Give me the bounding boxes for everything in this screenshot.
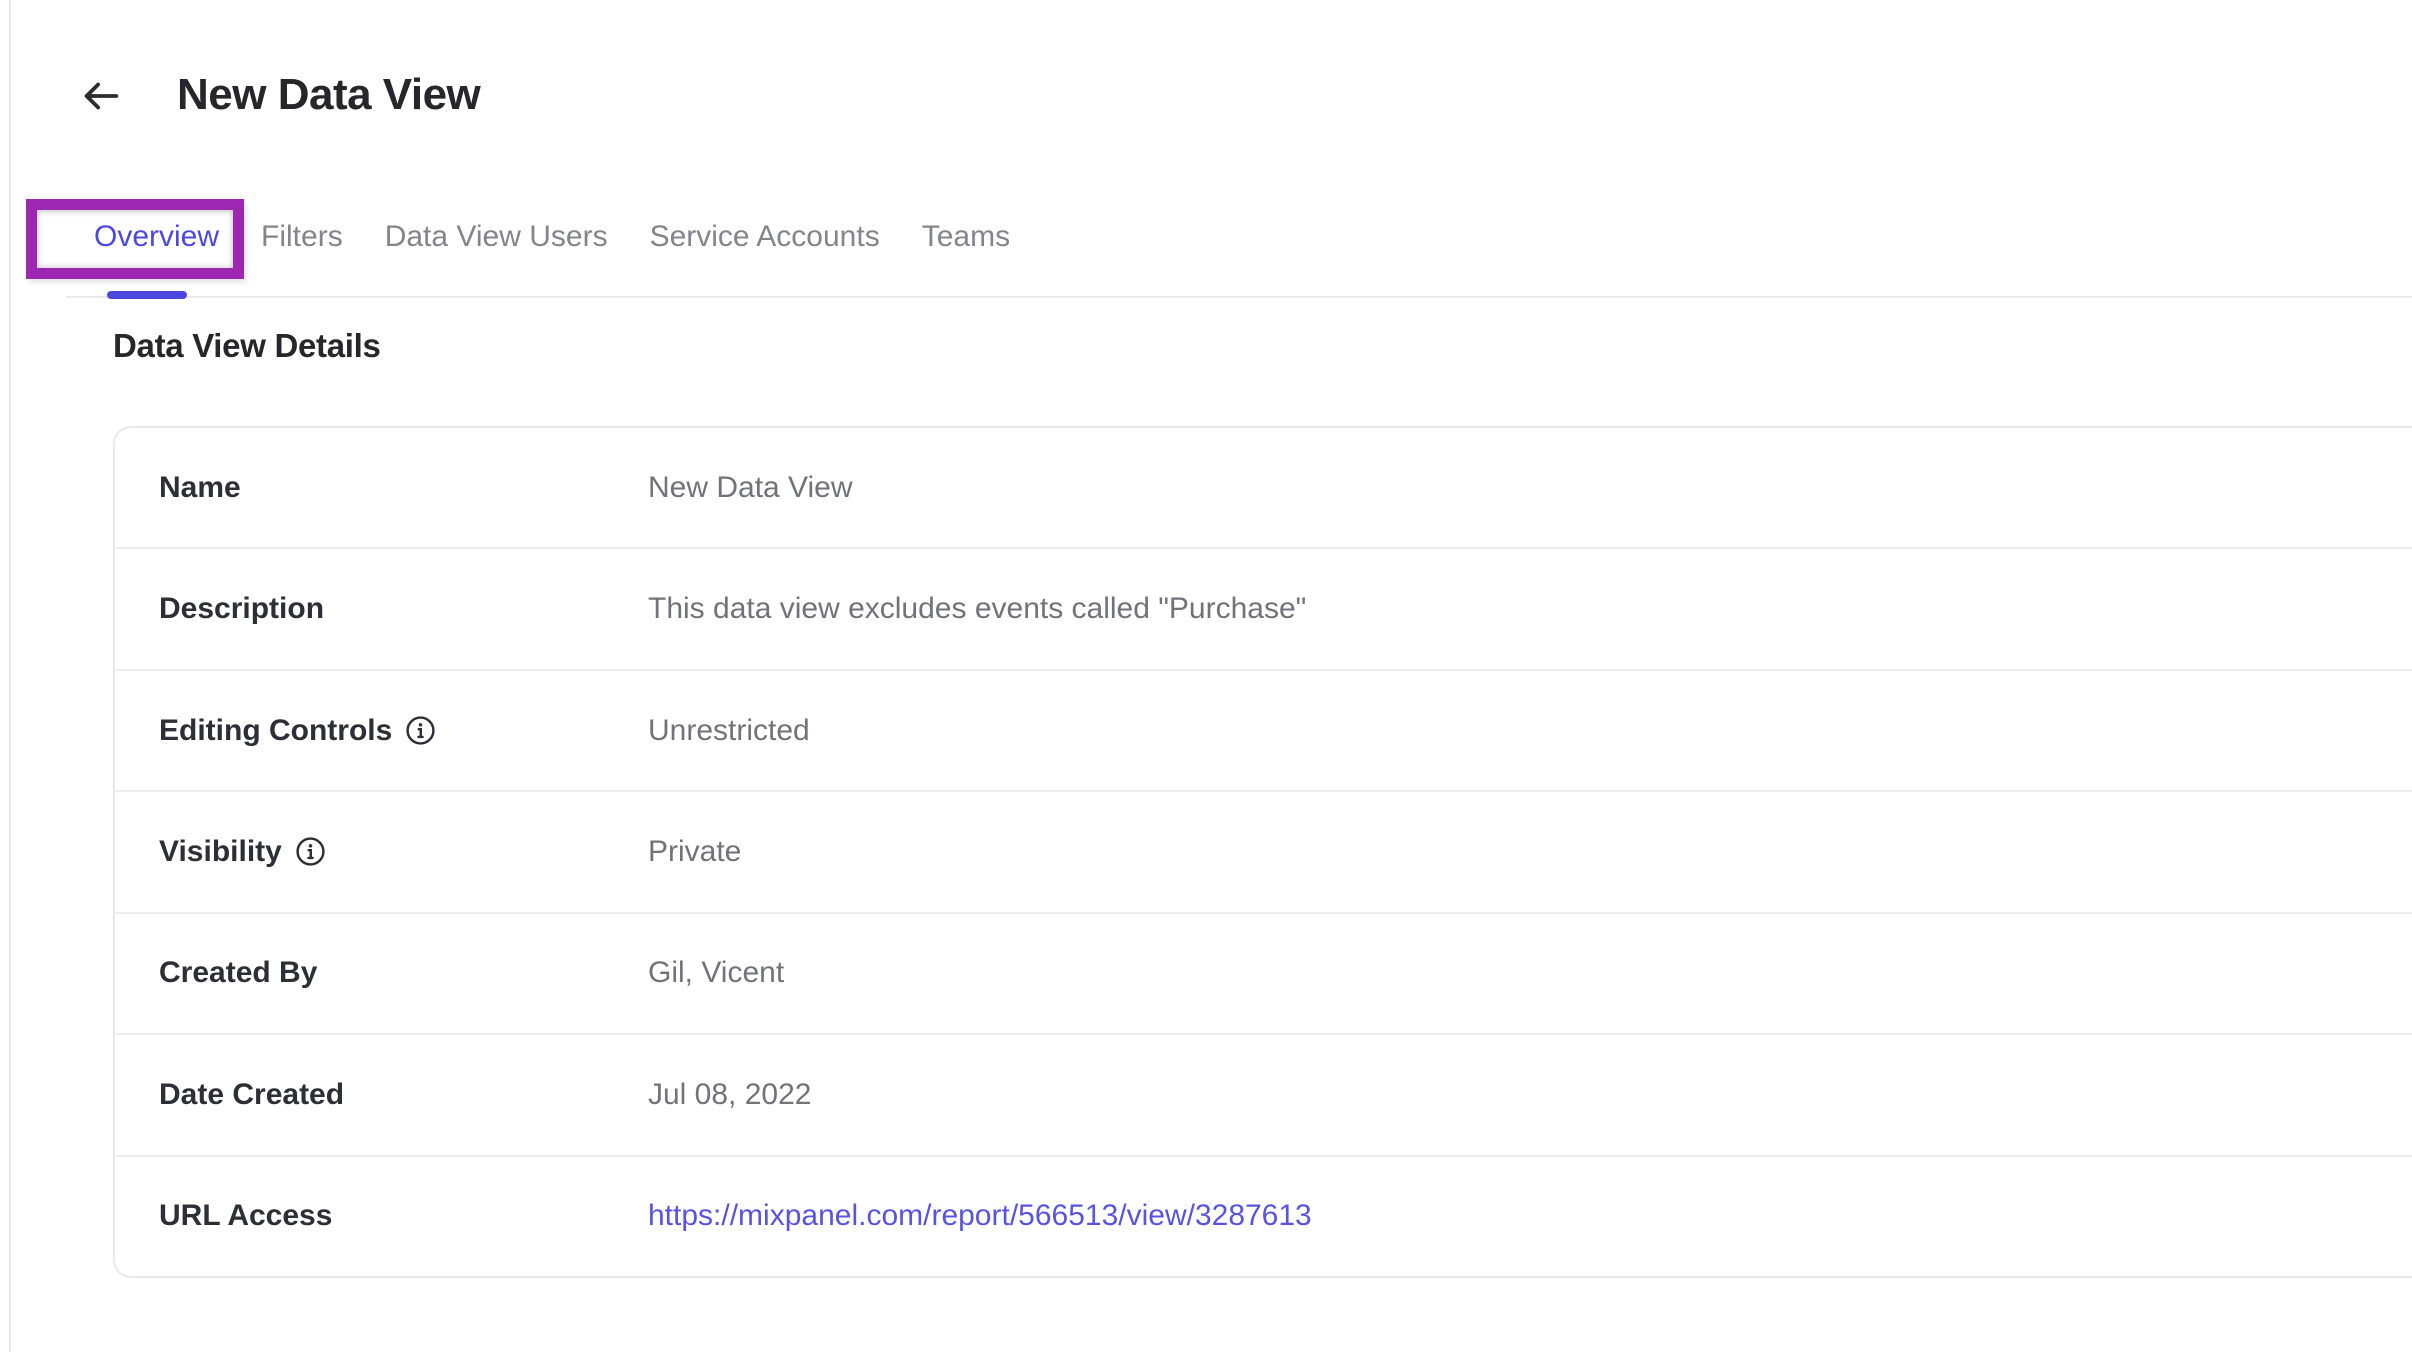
tab-data-view-users[interactable]: Data View Users — [385, 219, 608, 255]
detail-row: Visibility Private — [115, 790, 2412, 911]
section-title: Data View Details — [113, 327, 381, 365]
detail-row-label: Visibility — [159, 835, 282, 869]
detail-row-value: Unrestricted — [648, 714, 810, 748]
detail-row: Name New Data View — [115, 428, 2412, 547]
info-icon[interactable] — [405, 715, 436, 746]
detail-row-value: Gil, Vicent — [648, 956, 784, 990]
detail-row-value: Private — [648, 835, 741, 869]
sidebar-edge-divider — [9, 0, 11, 1352]
detail-row-label: Name — [159, 471, 241, 505]
tab-bar: Overview Filters Data View Users Service Ac… — [94, 219, 1010, 255]
back-arrow-icon — [78, 73, 124, 122]
detail-row-label: Editing Controls — [159, 714, 392, 748]
tab-bar-divider — [66, 296, 2412, 298]
detail-row: Description This data view excludes even… — [115, 547, 2412, 668]
detail-row-label: URL Access — [159, 1199, 332, 1233]
url-access-link[interactable]: https://mixpanel.com/report/566513/view/… — [648, 1199, 1312, 1233]
back-button[interactable] — [76, 72, 126, 122]
page-background: { "header": { "title": "New Data View" }… — [0, 0, 2412, 1352]
detail-row-value: Jul 08, 2022 — [648, 1078, 811, 1112]
detail-row: Editing Controls Unrestricted — [115, 669, 2412, 790]
active-tab-indicator — [107, 291, 187, 299]
detail-row: Created By Gil, Vicent — [115, 912, 2412, 1033]
tab-service-accounts[interactable]: Service Accounts — [650, 219, 880, 255]
info-icon[interactable] — [295, 836, 326, 867]
detail-row-label: Description — [159, 592, 324, 626]
tab-overview[interactable]: Overview — [94, 219, 219, 255]
tab-teams[interactable]: Teams — [922, 219, 1010, 255]
detail-row-value: New Data View — [648, 471, 853, 505]
tab-filters[interactable]: Filters — [261, 219, 343, 255]
detail-row-value: This data view excludes events called "P… — [648, 592, 1306, 626]
page-title: New Data View — [177, 70, 480, 120]
detail-row-label: Created By — [159, 956, 317, 990]
detail-row: Date Created Jul 08, 2022 — [115, 1033, 2412, 1154]
detail-row-label: Date Created — [159, 1078, 344, 1112]
data-view-details-card: Name New Data View Description — [113, 426, 2412, 1278]
detail-row: URL Access https://mixpanel.com/report/5… — [115, 1155, 2412, 1276]
